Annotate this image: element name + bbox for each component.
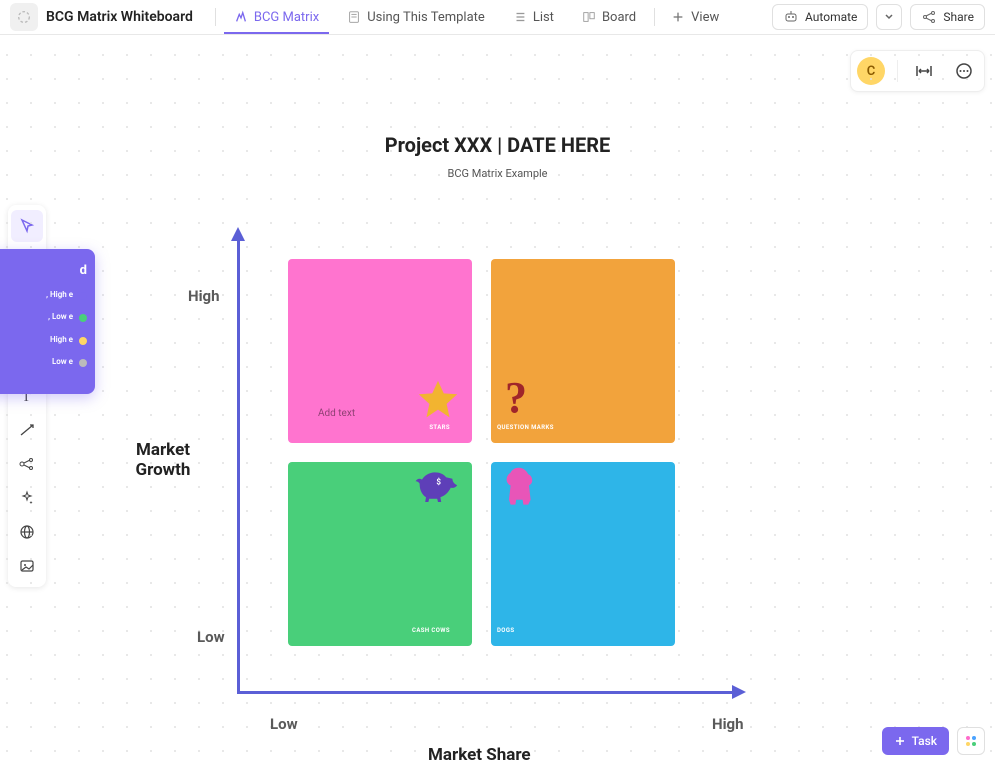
quadrant-question-marks[interactable]: ? QUESTION MARKS <box>491 259 675 443</box>
task-label: Task <box>912 734 937 748</box>
doc-icon <box>347 10 361 24</box>
svg-text:$: $ <box>436 477 441 486</box>
doc-title[interactable]: BCG Matrix Whiteboard <box>46 9 193 25</box>
quadrant-label: CASH COWS <box>412 627 450 634</box>
share-icon <box>921 9 937 25</box>
y-axis-arrow <box>231 227 245 241</box>
tab-label: List <box>533 10 554 25</box>
whiteboard-canvas[interactable]: Project XXX | DATE HERE BCG Matrix Examp… <box>0 35 995 765</box>
task-button[interactable]: Task <box>882 727 949 755</box>
quadrant-label: DOGS <box>497 627 514 634</box>
quadrant-label: QUESTION MARKS <box>497 424 554 431</box>
quadrant-stars[interactable]: Add text STARS <box>288 259 472 443</box>
tab-using-template[interactable]: Using This Template <box>333 0 499 34</box>
divider <box>654 8 655 26</box>
x-low[interactable]: Low <box>270 715 298 733</box>
topbar-right: Automate Share <box>772 4 985 30</box>
star-icon <box>414 377 462 425</box>
legend-item: High e <box>0 335 87 345</box>
board-icon <box>582 10 596 24</box>
chevron-down-icon <box>884 12 894 22</box>
x-axis-arrow <box>732 685 746 699</box>
tab-bcg-matrix[interactable]: BCG Matrix <box>220 0 333 34</box>
page-title[interactable]: Project XXX | DATE HERE <box>385 133 611 157</box>
legend-dot <box>79 337 87 345</box>
divider <box>215 8 216 26</box>
question-icon: ? <box>505 372 535 423</box>
y-high[interactable]: High <box>188 287 220 305</box>
legend-item: , Low e <box>0 312 87 322</box>
x-axis-label[interactable]: Market Share <box>428 745 531 765</box>
view-tabs: BCG Matrix Using This Template List Boar… <box>220 0 650 34</box>
placeholder-text: Add text <box>318 408 355 419</box>
cow-icon: $ <box>414 468 462 504</box>
dog-icon <box>501 466 541 508</box>
plus-icon <box>894 735 906 747</box>
share-label: Share <box>943 10 974 24</box>
quadrant-cash-cows[interactable]: $ CASH COWS <box>288 462 472 646</box>
doc-icon-button[interactable] <box>10 3 38 31</box>
plus-icon <box>671 10 685 24</box>
list-icon <box>513 10 527 24</box>
apps-button[interactable] <box>957 727 985 755</box>
x-high[interactable]: High <box>712 715 744 733</box>
share-button[interactable]: Share <box>910 4 985 30</box>
y-axis-label[interactable]: Market Growth <box>132 440 194 481</box>
page-subtitle[interactable]: BCG Matrix Example <box>447 167 547 180</box>
add-view-button[interactable]: View <box>659 10 731 25</box>
y-axis-line[interactable] <box>237 233 240 693</box>
automate-button[interactable]: Automate <box>772 4 868 30</box>
legend-item: , High e <box>0 290 87 300</box>
x-axis-line[interactable] <box>237 691 737 694</box>
tab-board[interactable]: Board <box>568 0 650 34</box>
top-bar: BCG Matrix Whiteboard BCG Matrix Using T… <box>0 0 995 35</box>
automate-label: Automate <box>805 10 857 24</box>
legend-dot <box>79 292 87 300</box>
robot-icon <box>783 9 799 25</box>
loading-icon <box>16 9 32 25</box>
legend-dot <box>79 314 87 322</box>
tab-list[interactable]: List <box>499 0 568 34</box>
quadrant-label: STARS <box>429 424 450 431</box>
quadrant-dogs[interactable]: DOGS <box>491 462 675 646</box>
legend-item: Low e <box>0 357 87 367</box>
tab-label: Board <box>602 10 636 25</box>
tab-label: Using This Template <box>367 10 485 25</box>
tab-label: BCG Matrix <box>254 10 319 25</box>
view-label: View <box>691 10 719 25</box>
y-low[interactable]: Low <box>197 628 225 646</box>
legend-card[interactable]: d , High e , Low e High e Low e <box>0 249 95 394</box>
automate-dropdown[interactable] <box>876 4 902 30</box>
legend-dot <box>79 359 87 367</box>
matrix-icon <box>234 10 248 24</box>
legend-title: d <box>0 263 87 278</box>
bottom-right-controls: Task <box>882 727 985 755</box>
apps-icon <box>966 736 976 746</box>
